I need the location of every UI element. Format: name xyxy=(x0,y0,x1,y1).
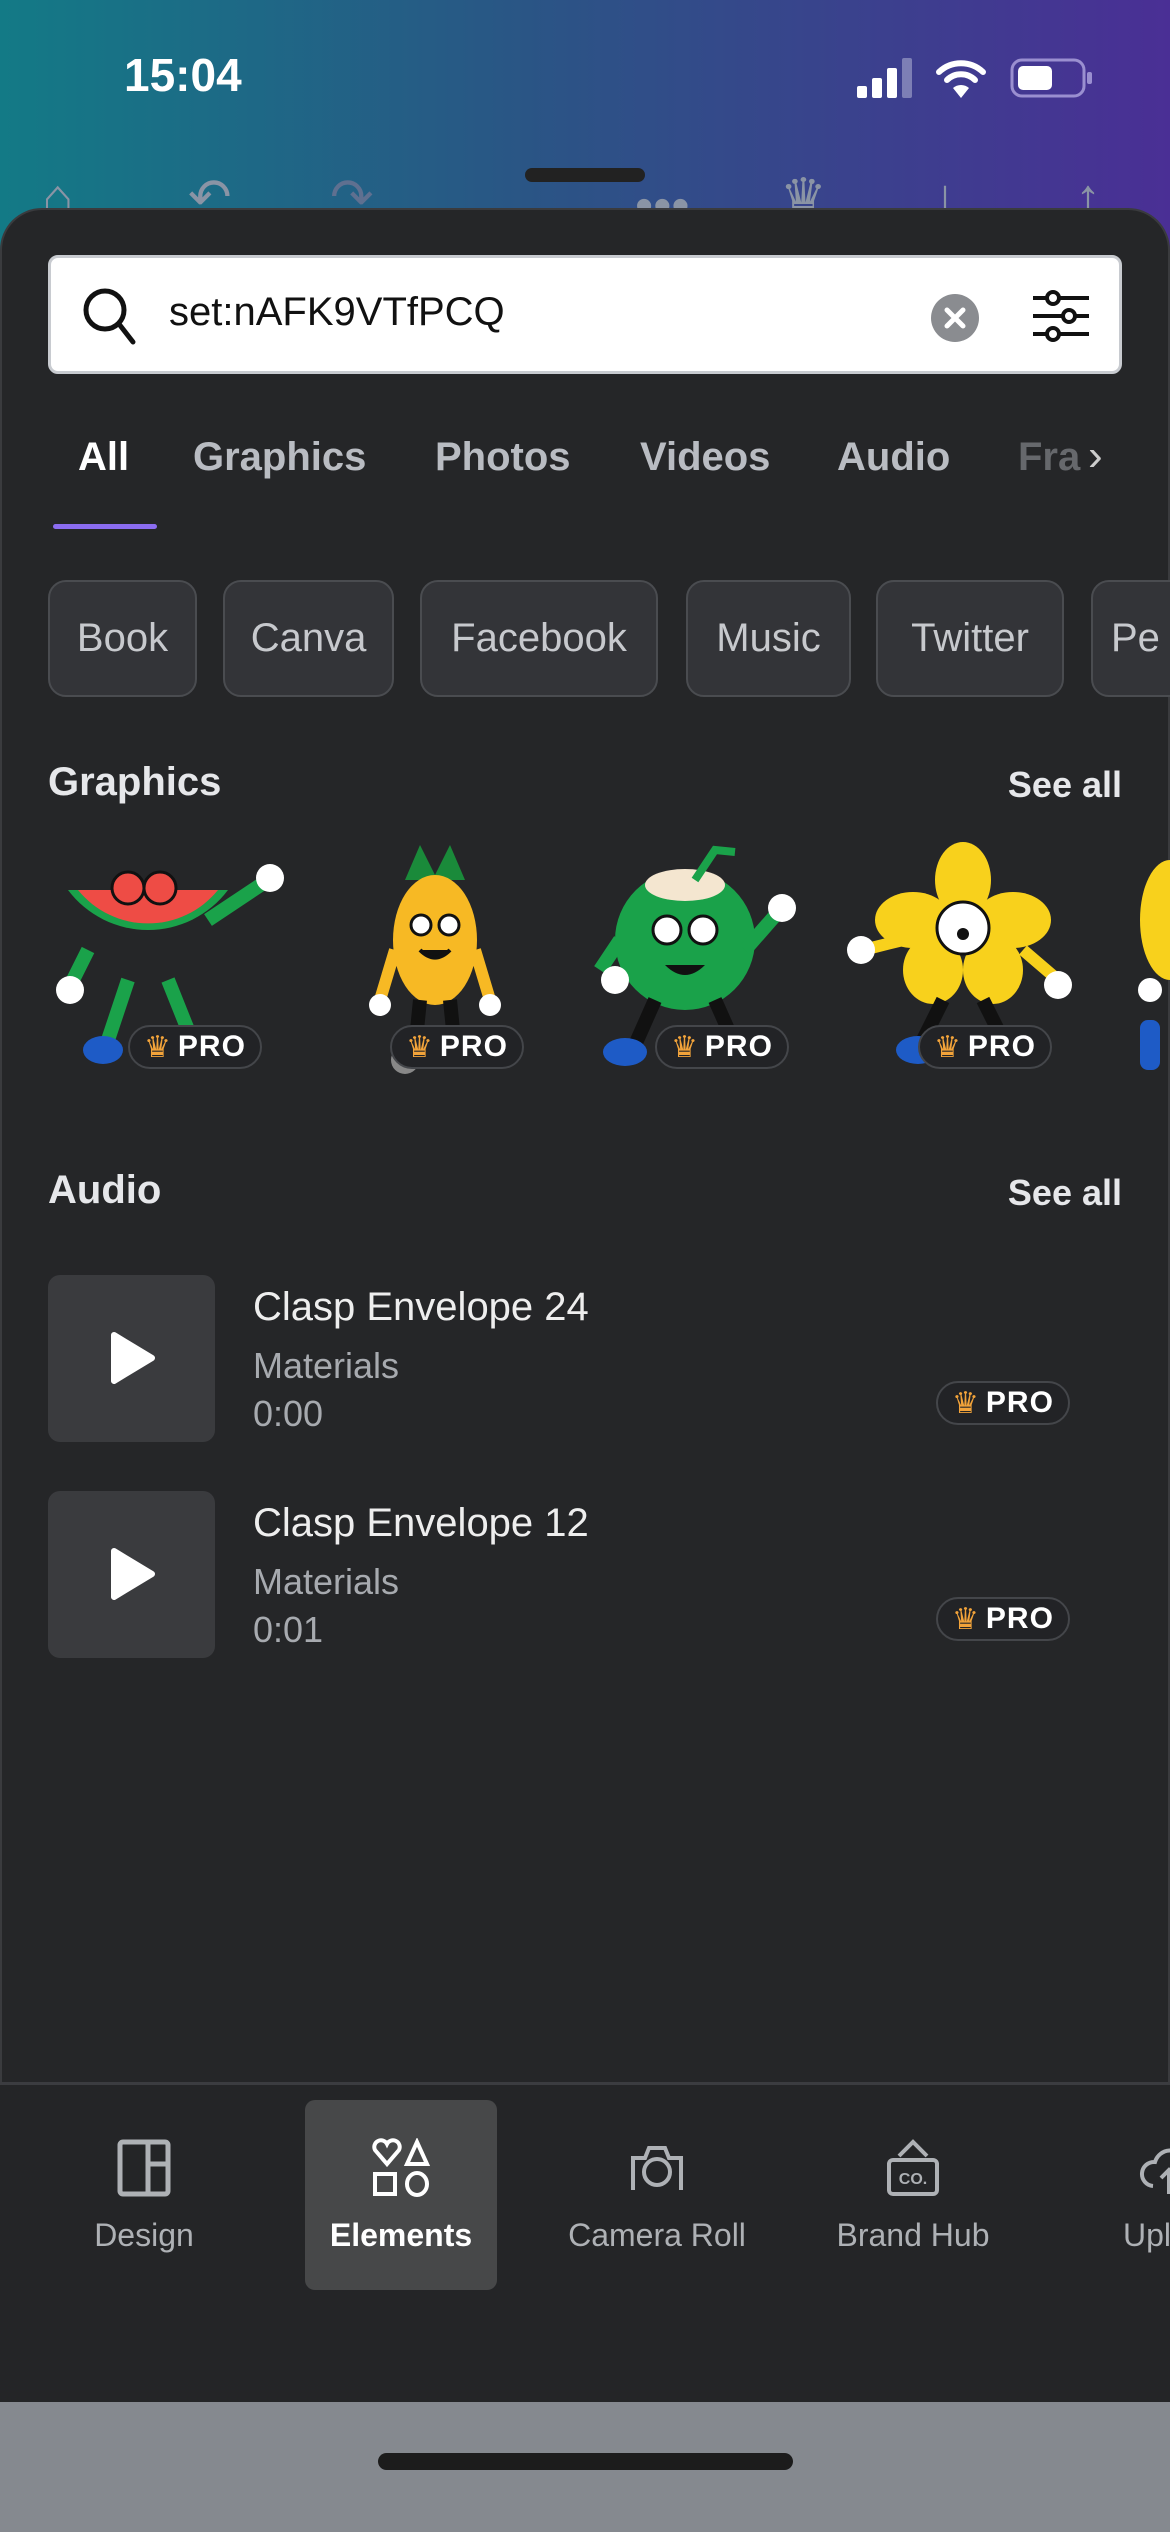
audio-title: Clasp Envelope 24 xyxy=(253,1285,589,1329)
chevron-right-icon[interactable]: › xyxy=(1088,431,1103,481)
layout-icon xyxy=(117,2139,171,2197)
home-indicator[interactable] xyxy=(378,2453,793,2470)
search-input[interactable]: set:nAFK9VTfPCQ xyxy=(169,290,505,335)
pro-badge: ♛ PRO xyxy=(936,1381,1070,1425)
tab-videos[interactable]: Videos xyxy=(640,435,770,480)
tab-audio[interactable]: Audio xyxy=(837,435,950,480)
chip-twitter[interactable]: Twitter xyxy=(876,580,1064,697)
audio-duration: 0:01 xyxy=(253,1609,324,1650)
nav-design[interactable]: Design xyxy=(48,2100,240,2290)
signal-icon xyxy=(857,58,912,98)
search-icon xyxy=(83,288,136,345)
pro-badge: ♛ PRO xyxy=(655,1025,789,1069)
tab-photos[interactable]: Photos xyxy=(435,435,571,480)
brand-icon: CO. xyxy=(887,2139,939,2196)
shapes-icon xyxy=(372,2138,431,2197)
chip-partial[interactable]: Pe xyxy=(1091,580,1170,697)
nav-camera-roll[interactable]: Camera Roll xyxy=(561,2100,753,2290)
pro-badge: ♛ PRO xyxy=(390,1025,524,1069)
play-button[interactable] xyxy=(48,1275,215,1442)
bottom-nav: Design Elements Camera Roll CO. Brand Hu… xyxy=(0,2082,1170,2402)
tab-frames[interactable]: Fra xyxy=(1018,435,1080,480)
sheet-drag-handle[interactable] xyxy=(525,168,645,182)
nav-uploads[interactable]: Uplo xyxy=(1073,2100,1170,2290)
wifi-icon xyxy=(936,60,986,98)
status-time: 15:04 xyxy=(124,49,242,101)
camera-icon xyxy=(631,2146,683,2190)
chip-facebook[interactable]: Facebook xyxy=(420,580,658,697)
chip-music[interactable]: Music xyxy=(686,580,851,697)
search-bar[interactable]: set:nAFK9VTfPCQ xyxy=(48,255,1122,374)
tab-all[interactable]: All xyxy=(78,435,129,480)
upload-icon xyxy=(1140,2148,1170,2194)
audio-title: Clasp Envelope 12 xyxy=(253,1501,589,1545)
chip-canva[interactable]: Canva xyxy=(223,580,394,697)
pro-badge: ♛ PRO xyxy=(128,1025,262,1069)
audio-heading: Audio xyxy=(48,1168,162,1212)
chip-book[interactable]: Book xyxy=(48,580,197,697)
filter-icon[interactable] xyxy=(1031,286,1091,346)
clear-icon[interactable] xyxy=(931,294,979,342)
crown-icon: ♛ xyxy=(671,1030,699,1064)
graphics-heading: Graphics xyxy=(48,760,222,804)
crown-icon: ♛ xyxy=(934,1030,962,1064)
pro-badge: ♛ PRO xyxy=(918,1025,1052,1069)
crown-icon: ♛ xyxy=(144,1030,172,1064)
play-button[interactable] xyxy=(48,1491,215,1658)
pro-badge: ♛ PRO xyxy=(936,1597,1070,1641)
crown-icon: ♛ xyxy=(952,1386,980,1420)
active-tab-indicator xyxy=(53,524,157,529)
battery-icon xyxy=(1010,58,1092,98)
audio-item[interactable]: Clasp Envelope 24 Materials 0:00 ♛ PRO xyxy=(0,1275,1170,1442)
svg-text:CO.: CO. xyxy=(899,2171,927,2188)
crown-icon: ♛ xyxy=(406,1030,434,1064)
tab-graphics[interactable]: Graphics xyxy=(193,435,366,480)
partial-character[interactable] xyxy=(1120,840,1170,1080)
nav-brand-hub[interactable]: CO. Brand Hub xyxy=(817,2100,1009,2290)
graphics-see-all[interactable]: See all xyxy=(1008,764,1122,806)
crown-icon: ♛ xyxy=(952,1602,980,1636)
audio-see-all[interactable]: See all xyxy=(1008,1172,1122,1214)
play-icon xyxy=(111,1332,155,1384)
play-icon xyxy=(111,1548,155,1600)
category-tabs: All Graphics Photos Videos Audio Fra › xyxy=(0,431,1170,495)
nav-elements[interactable]: Elements xyxy=(305,2100,497,2290)
audio-item[interactable]: Clasp Envelope 12 Materials 0:01 ♛ PRO xyxy=(0,1491,1170,1658)
audio-artist: Materials xyxy=(253,1345,400,1386)
audio-artist: Materials xyxy=(253,1561,400,1602)
audio-duration: 0:00 xyxy=(253,1393,324,1434)
